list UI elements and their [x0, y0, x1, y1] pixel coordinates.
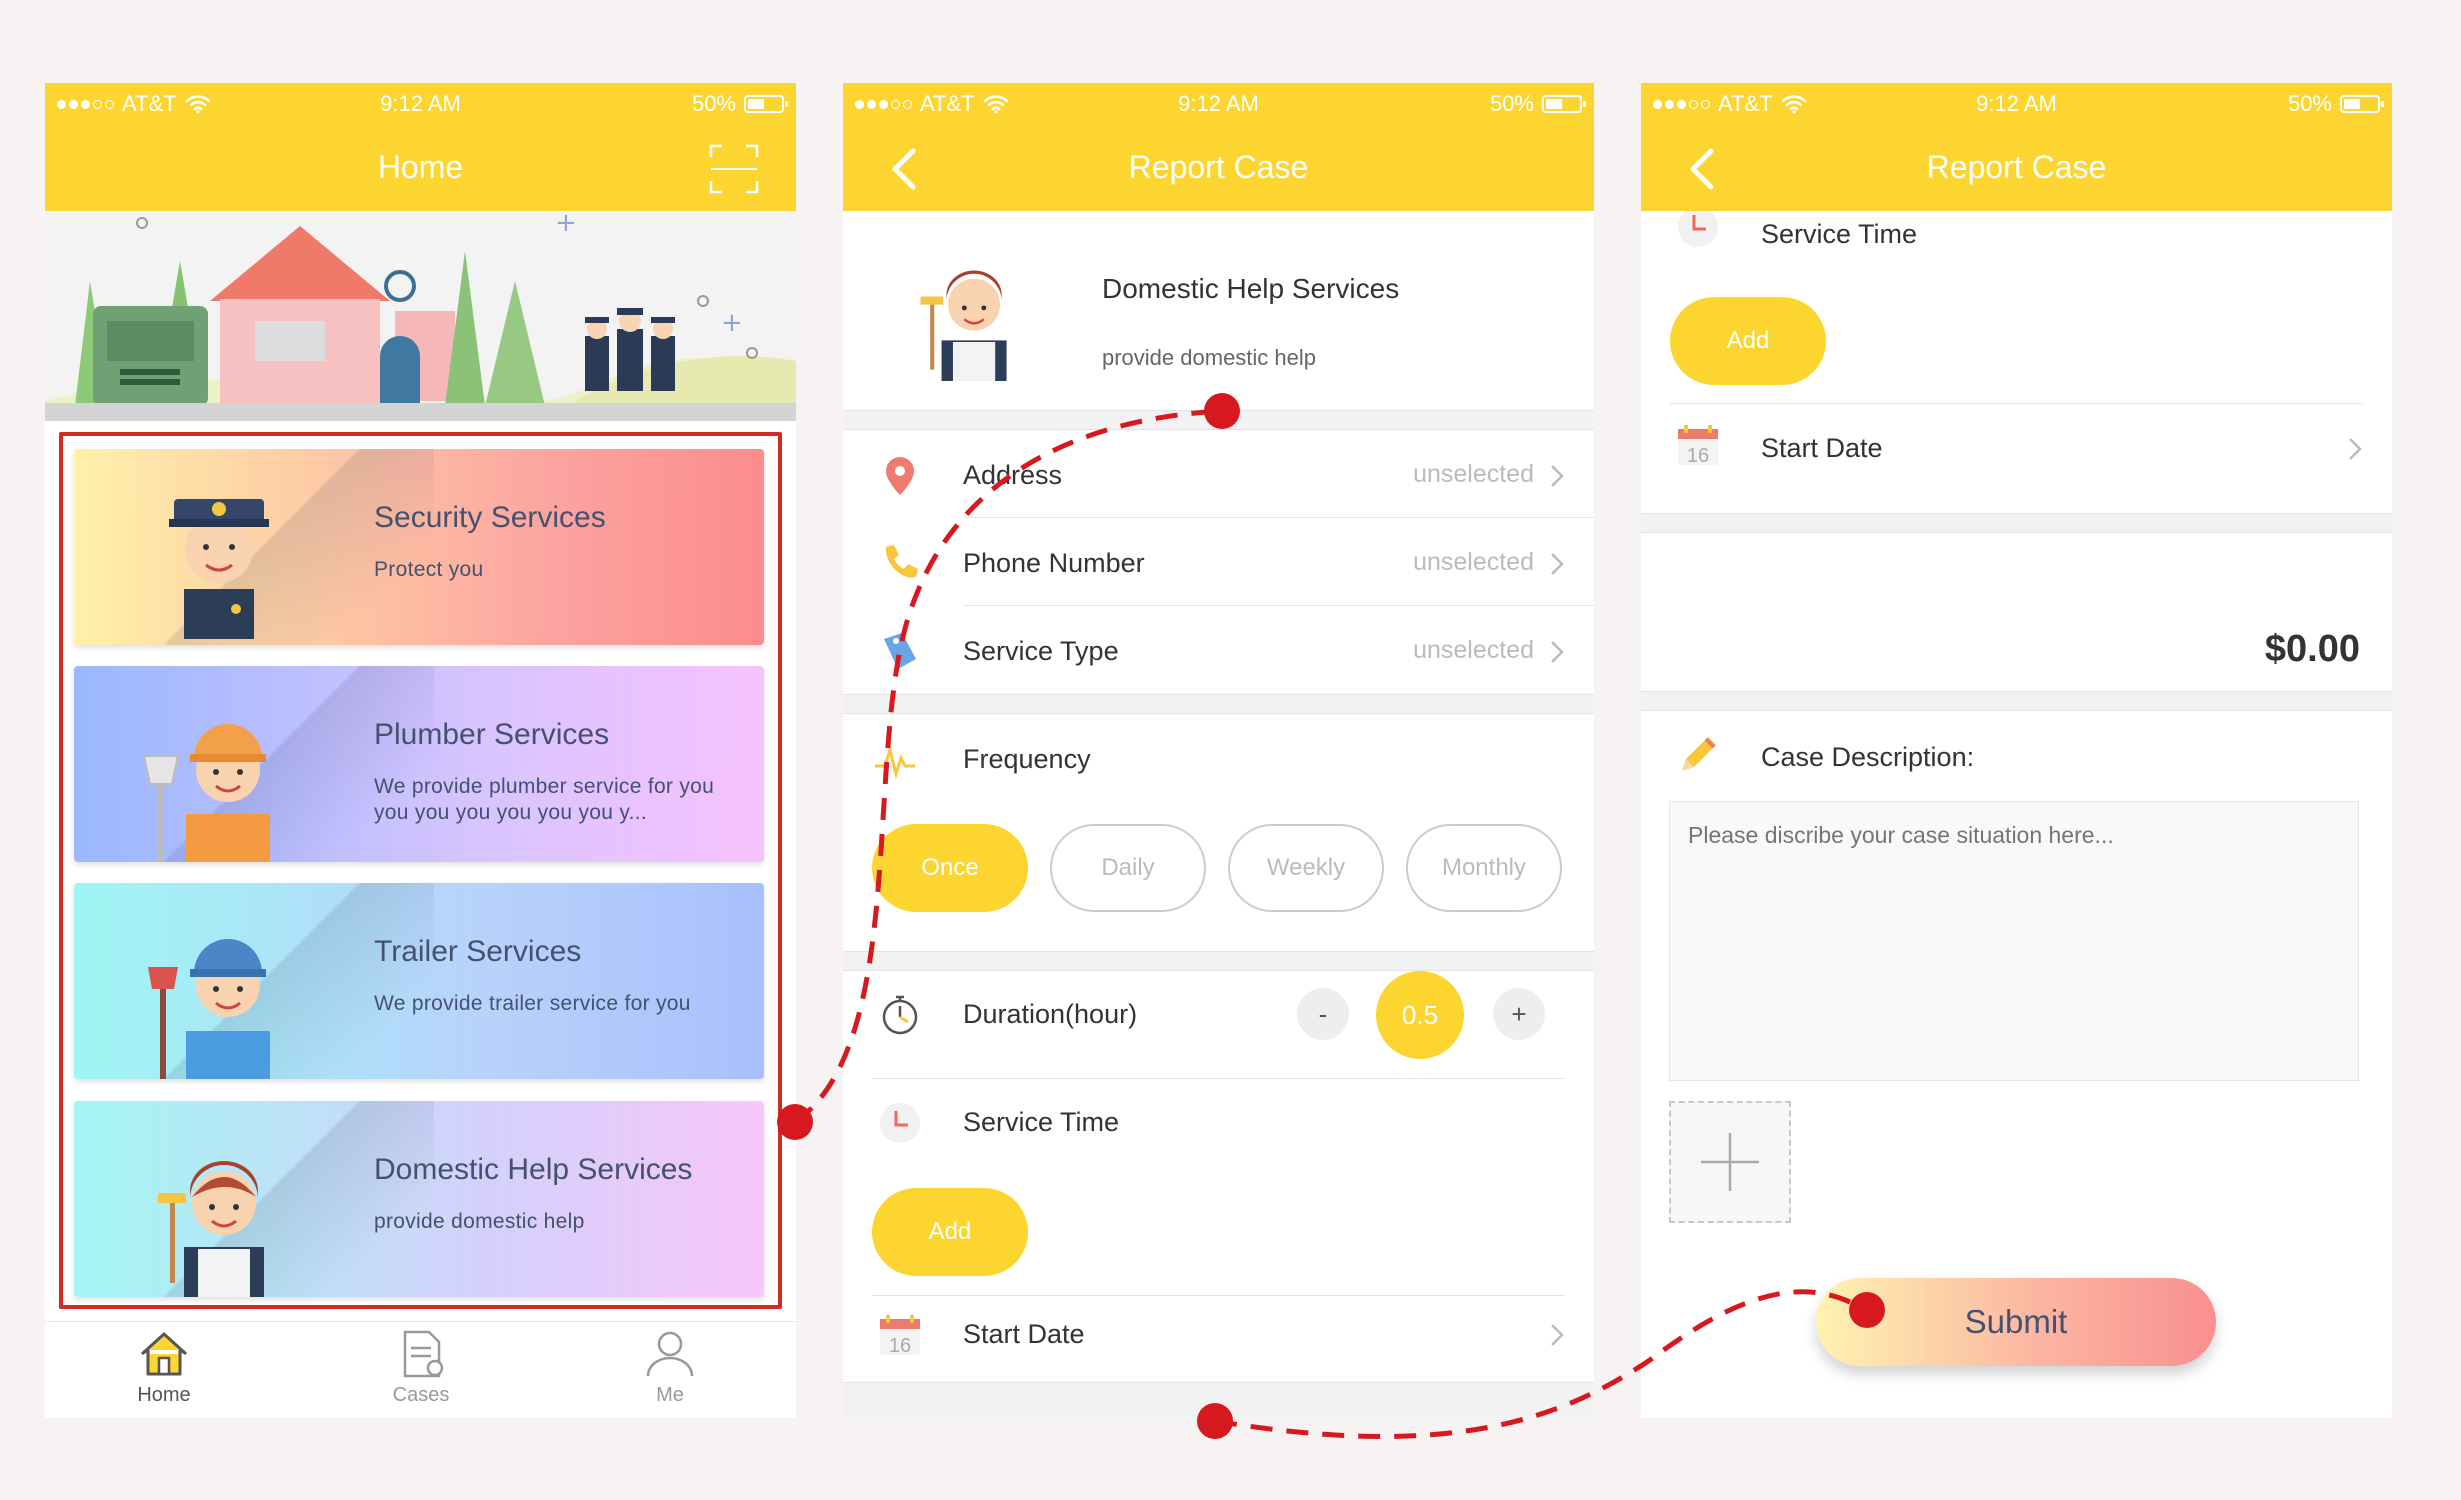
tab-bar: Home Cases Me [45, 1321, 796, 1418]
navigation-bar: Report Case [843, 127, 1594, 211]
duration-label: Duration(hour) [963, 999, 1138, 1029]
status-time: 9:12 AM [1976, 91, 2057, 116]
stopwatch-icon [882, 995, 918, 1035]
card-title: Trailer Services [374, 935, 582, 968]
tab-home[interactable]: Home [99, 1330, 229, 1407]
phone-number-value[interactable]: unselected [1413, 548, 1534, 577]
pencil-icon [1682, 737, 1716, 771]
report-case-screen: AT&T 9:12 AM 50% Report Case Domestic He… [843, 83, 1594, 1418]
page-title: Home [377, 149, 464, 185]
card-title: Domestic Help Services [374, 1153, 693, 1186]
total-price: $0.00 [2264, 628, 2360, 670]
home-screen: AT&T 9:12 AM 50% Home + + Security Servi… [45, 83, 796, 1418]
status-time: 9:12 AM [1178, 91, 1259, 116]
card-description: We provide trailer service for you [374, 992, 691, 1015]
tag-icon [884, 633, 916, 669]
submit-button[interactable]: Submit [1816, 1278, 2216, 1366]
navigation-bar: Home [45, 127, 796, 211]
plumber-icon [142, 724, 270, 862]
document-icon [403, 1330, 444, 1378]
town-illustration: + + [45, 208, 796, 421]
card-description: We provide plumber service for you you y… [374, 775, 715, 824]
card-title: Plumber Services [374, 718, 610, 751]
service-card-security[interactable]: Security Services Protect you [74, 449, 764, 645]
service-time-label: Service Time [1761, 219, 1918, 249]
card-title: Security Services [374, 501, 606, 534]
service-card-domestic-help[interactable]: Domestic Help Services provide domestic … [74, 1101, 764, 1297]
page-title: Report Case [1926, 149, 2107, 185]
frequency-option-monthly[interactable]: Monthly [1406, 824, 1562, 912]
service-description: provide domestic help [1102, 345, 1317, 370]
security-guard-icon [169, 499, 269, 639]
tab-me[interactable]: Me [605, 1330, 735, 1407]
frequency-wave-icon [875, 744, 915, 780]
report-case-screen-scrolled: AT&T 9:12 AM 50% Report Case Service Tim… [1641, 83, 2392, 1418]
chevron-right-icon [1551, 553, 1564, 575]
clock-icon [880, 1103, 920, 1143]
frequency-label: Frequency [963, 744, 1091, 774]
service-time-label: Service Time [963, 1107, 1120, 1137]
battery-icon [744, 95, 788, 113]
chevron-right-icon [1551, 465, 1564, 487]
service-card-trailer[interactable]: Trailer Services We provide trailer serv… [74, 883, 764, 1079]
person-icon [646, 1331, 694, 1377]
page-title: Report Case [1128, 149, 1309, 185]
address-value[interactable]: unselected [1413, 460, 1534, 489]
battery-percent: 50% [691, 91, 736, 116]
frequency-option-daily[interactable]: Daily [1050, 824, 1206, 912]
plus-icon [1701, 1133, 1759, 1191]
add-photo-button[interactable] [1669, 1101, 1791, 1223]
svg-text:+: + [721, 308, 743, 338]
add-service-time-button[interactable]: Add [1670, 297, 1826, 385]
calendar-day: 16 [1686, 445, 1710, 467]
status-bar: AT&T 9:12 AM 50% [843, 83, 1594, 127]
domestic-helper-icon [158, 1161, 264, 1297]
duration-value: 0.5 [1376, 971, 1464, 1059]
svg-text:+: + [555, 211, 577, 238]
frequency-option-weekly[interactable]: Weekly [1228, 824, 1384, 912]
clock-icon [1678, 211, 1718, 247]
status-time: 9:12 AM [380, 91, 461, 116]
tab-label: Home [137, 1384, 191, 1406]
case-description-label: Case Description: [1761, 742, 1975, 772]
start-date-label: Start Date [963, 1319, 1085, 1349]
frequency-option-once[interactable]: Once [872, 824, 1028, 912]
battery-percent: 50% [1489, 91, 1534, 116]
duration-decrease-button[interactable]: - [1297, 988, 1349, 1040]
service-card-plumber[interactable]: Plumber Services We provide plumber serv… [74, 666, 764, 862]
battery-icon [2340, 95, 2384, 113]
tab-label: Me [656, 1384, 684, 1406]
service-title: Domestic Help Services [1102, 273, 1400, 304]
case-description-input[interactable] [1669, 801, 2359, 1081]
status-bar: AT&T 9:12 AM 50% [1641, 83, 2392, 127]
battery-icon [1542, 95, 1586, 113]
chevron-right-icon[interactable] [1550, 1323, 1564, 1347]
battery-percent: 50% [2287, 91, 2332, 116]
duration-increase-button[interactable]: + [1493, 988, 1545, 1040]
card-description: provide domestic help [374, 1210, 585, 1233]
phone-number-label: Phone Number [963, 548, 1145, 578]
trailer-worker-icon [148, 939, 270, 1079]
hero-banner: + + [45, 208, 796, 421]
phone-icon [885, 545, 918, 578]
card-description: Protect you [374, 558, 484, 581]
domestic-helper-icon [920, 270, 1007, 381]
tab-label: Cases [392, 1384, 450, 1406]
address-label: Address [963, 460, 1063, 490]
home-icon [140, 1332, 188, 1376]
add-service-time-button[interactable]: Add [872, 1188, 1028, 1276]
status-bar: AT&T 9:12 AM 50% [45, 83, 796, 127]
tab-cases[interactable]: Cases [356, 1330, 486, 1407]
navigation-bar: Report Case [1641, 127, 2392, 211]
scan-icon[interactable] [708, 143, 760, 195]
service-type-value[interactable]: unselected [1413, 636, 1534, 665]
service-type-label: Service Type [963, 636, 1119, 666]
chevron-right-icon[interactable] [2348, 437, 2362, 461]
calendar-day: 16 [888, 1335, 912, 1357]
start-date-label: Start Date [1761, 433, 1883, 463]
chevron-right-icon [1551, 641, 1564, 663]
location-pin-icon [886, 457, 914, 495]
